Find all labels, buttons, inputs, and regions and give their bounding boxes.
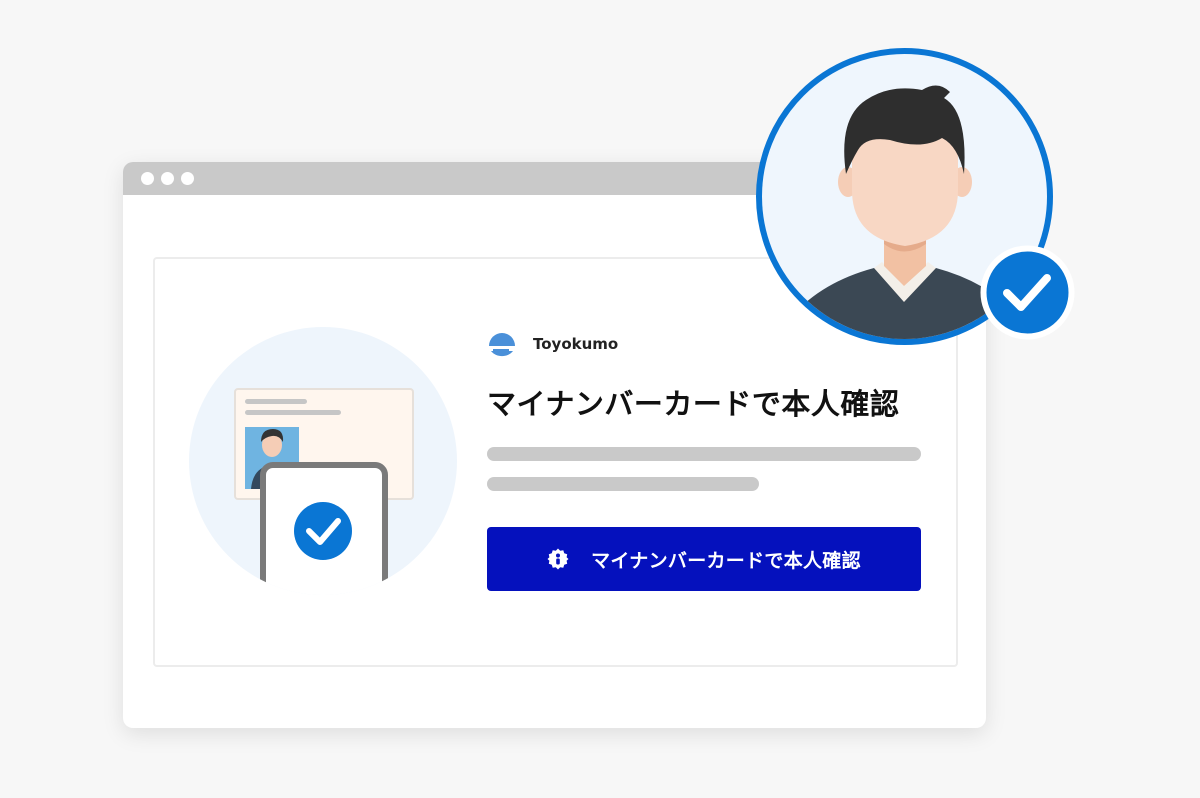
- brand-name: Toyokumo: [533, 335, 619, 353]
- id-card-phone-illustration: [189, 327, 457, 595]
- text-placeholder-bar: [487, 477, 759, 491]
- verified-check-icon: [980, 245, 1075, 340]
- page-title: マイナンバーカードで本人確認: [487, 387, 900, 421]
- text-placeholder-bar: [487, 447, 921, 461]
- mynumber-verify-button[interactable]: マイナンバーカードで本人確認: [487, 527, 921, 591]
- toyokumo-cloud-logo-icon: [488, 333, 516, 357]
- window-control-dot[interactable]: [161, 172, 174, 185]
- brand: Toyokumo: [487, 329, 618, 359]
- window-control-dot[interactable]: [181, 172, 194, 185]
- mynumber-card-illustration-icon: [234, 388, 414, 595]
- mynumber-verify-button-label: マイナンバーカードで本人確認: [591, 549, 861, 572]
- window-control-dot[interactable]: [141, 172, 154, 185]
- mynumber-badge-icon: [547, 548, 569, 570]
